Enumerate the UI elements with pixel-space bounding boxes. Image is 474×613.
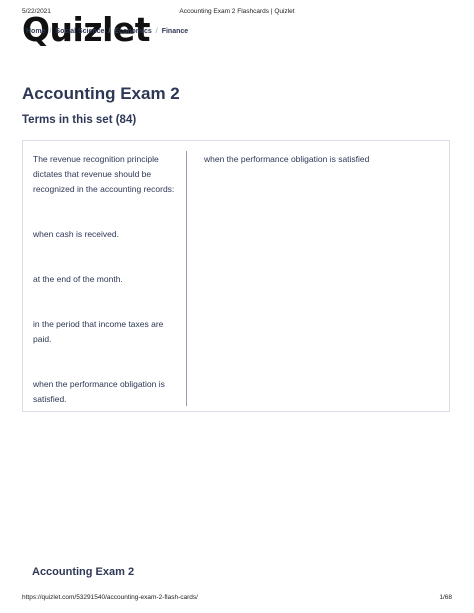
term-option: in the period that income taxes are paid… bbox=[33, 319, 164, 344]
page-title: Accounting Exam 2 bbox=[22, 84, 180, 103]
breadcrumb-separator: / bbox=[108, 28, 111, 35]
print-footer: https://quizlet.com/53291540/accounting-… bbox=[22, 594, 452, 604]
definition-side: when the performance obligation is satis… bbox=[204, 154, 370, 164]
card-divider bbox=[186, 151, 187, 406]
breadcrumb-separator: / bbox=[155, 28, 158, 35]
breadcrumb-item-home[interactable]: Home bbox=[26, 28, 45, 35]
breadcrumb: Home / Social Science / Economics / Fina… bbox=[26, 28, 188, 35]
term-side: The revenue recognition principle dictat… bbox=[33, 152, 183, 404]
breadcrumb-item-social-science[interactable]: Social Science bbox=[55, 28, 104, 35]
print-page-number: 1/68 bbox=[439, 594, 452, 601]
term-question: The revenue recognition principle dictat… bbox=[33, 154, 175, 194]
breadcrumb-item-economics[interactable]: Economics bbox=[114, 28, 151, 35]
term-option: when cash is received. bbox=[33, 229, 119, 239]
breadcrumb-item-finance[interactable]: Finance bbox=[162, 28, 188, 35]
terms-heading: Terms in this set (84) bbox=[22, 114, 137, 126]
term-option: at the end of the month. bbox=[33, 274, 123, 284]
footer-heading: Accounting Exam 2 bbox=[32, 566, 135, 578]
flashcard-row: The revenue recognition principle dictat… bbox=[22, 140, 450, 412]
breadcrumb-separator: / bbox=[49, 28, 52, 35]
term-option: when the performance obligation is satis… bbox=[33, 379, 165, 404]
print-url: https://quizlet.com/53291540/accounting-… bbox=[22, 594, 198, 601]
